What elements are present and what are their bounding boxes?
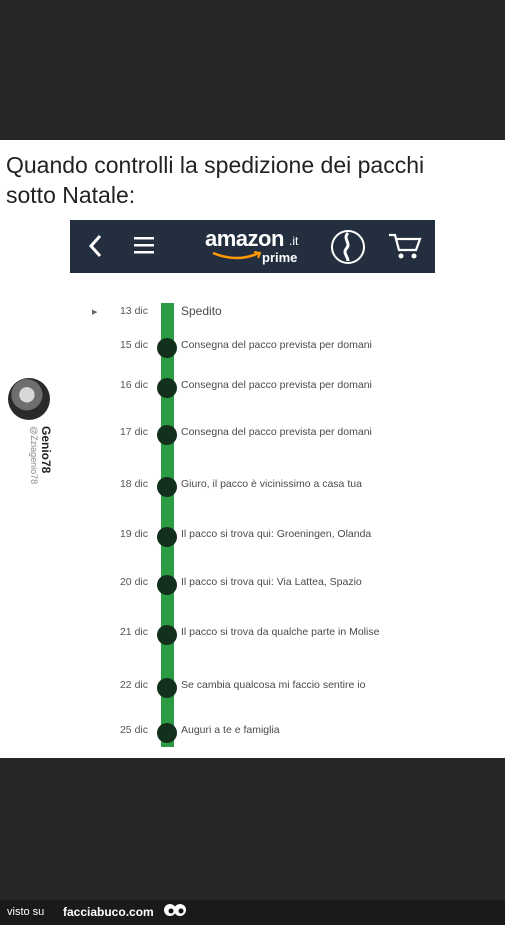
timeline-date: 16 dic [119,379,148,391]
timeline-dot [157,477,177,497]
timeline-date: 13 dic [119,305,148,317]
timeline-dot [157,678,177,698]
timeline-date: 25 dic [119,724,148,736]
timeline-text: Consegna del pacco prevista per domani [181,379,372,391]
timeline-text: Il pacco si trova da qualche parte in Mo… [181,626,380,638]
timeline-date: 19 dic [119,528,148,540]
timeline-item: 16 dic Consegna del pacco prevista per d… [0,375,505,399]
timeline-date: 21 dic [119,626,148,638]
timeline-date: 20 dic [119,576,148,588]
caption-line-1: Quando controlli la spedizione dei pacch… [6,152,425,178]
footer-visto-su: visto su [7,906,45,918]
timeline-text: Giuro, il pacco è vicinissimo a casa tua [181,478,362,490]
timeline-text: Se cambia qualcosa mi faccio sentire io [181,679,366,691]
menu-icon[interactable] [134,235,154,255]
eyes-logo-icon [164,904,186,916]
footer-site-link[interactable]: facciabuco.com [63,905,154,919]
timeline-item: 20 dic Il pacco si trova qui: Via Lattea… [0,572,505,596]
timeline-item: 22 dic Se cambia qualcosa mi faccio sent… [0,675,505,699]
timeline-item: ▶ 13 dic Spedito [0,301,505,325]
back-icon[interactable] [86,233,106,259]
amazon-navbar: amazon .it prime [70,220,435,273]
cart-icon[interactable] [388,232,422,260]
bullet-icon: ▶ [92,309,98,316]
timeline-text: Il pacco si trova qui: Groeningen, Oland… [181,528,372,540]
timeline-dot [157,338,177,358]
caption: Quando controlli la spedizione dei pacch… [6,150,496,210]
timeline-text: Consegna del pacco prevista per domani [181,339,372,351]
timeline-item: 25 dic Auguri a te e famiglia [0,720,505,744]
timeline-text: Consegna del pacco prevista per domani [181,426,372,438]
timeline-date: 15 dic [119,339,148,351]
brand-prime: prime [262,250,298,265]
site-footer: visto su facciabuco.com [0,900,505,925]
alexa-icon[interactable] [330,229,366,265]
caption-line-2: sotto Natale: [6,182,136,208]
brand-name: amazon [205,226,284,251]
timeline-dot [157,378,177,398]
timeline-dot [157,527,177,547]
timeline-item: 18 dic Giuro, il pacco è vicinissimo a c… [0,474,505,498]
timeline-date: 18 dic [119,478,148,490]
amazon-prime-logo[interactable]: amazon .it prime [205,226,315,270]
timeline-date: 22 dic [119,679,148,691]
smile-icon [212,251,262,260]
timeline-dot [157,625,177,645]
timeline-dot [157,425,177,445]
timeline-date: 17 dic [119,426,148,438]
timeline-text: Spedito [181,304,222,318]
timeline-dot [157,723,177,743]
brand-tld: .it [289,234,299,248]
timeline-text: Il pacco si trova qui: Via Lattea, Spazi… [181,576,362,588]
meme-card: Quando controlli la spedizione dei pacch… [0,140,505,758]
timeline-item: 19 dic Il pacco si trova qui: Groeningen… [0,524,505,548]
timeline-item: 21 dic Il pacco si trova da qualche part… [0,622,505,646]
timeline-item: 15 dic Consegna del pacco prevista per d… [0,335,505,359]
timeline-dot [157,575,177,595]
timeline-text: Auguri a te e famiglia [181,724,280,736]
timeline-item: 17 dic Consegna del pacco prevista per d… [0,422,505,446]
